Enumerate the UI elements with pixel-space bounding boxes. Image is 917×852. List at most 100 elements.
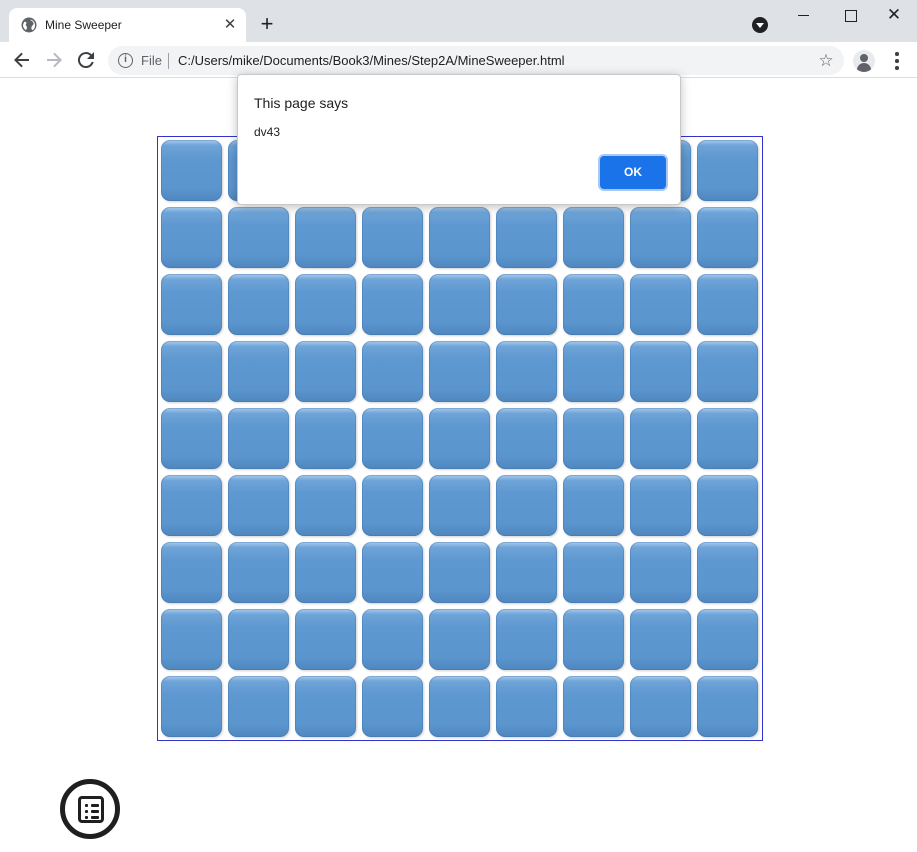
- mine-cell[interactable]: [161, 274, 222, 335]
- back-arrow-icon[interactable]: [10, 48, 34, 72]
- mine-cell[interactable]: [161, 341, 222, 402]
- mine-cell[interactable]: [697, 140, 758, 201]
- list-menu-icon[interactable]: [60, 779, 120, 839]
- forward-arrow-icon[interactable]: [42, 48, 66, 72]
- mine-cell[interactable]: [429, 475, 490, 536]
- address-bar[interactable]: i File C:/Users/mike/Documents/Book3/Min…: [108, 46, 844, 75]
- mine-cell[interactable]: [362, 475, 423, 536]
- mine-cell[interactable]: [630, 609, 691, 670]
- mine-cell[interactable]: [496, 475, 557, 536]
- mine-cell[interactable]: [630, 274, 691, 335]
- mine-cell[interactable]: [161, 140, 222, 201]
- alert-dialog: This page says dv43 OK: [237, 74, 681, 205]
- mine-cell[interactable]: [362, 341, 423, 402]
- mine-cell[interactable]: [429, 676, 490, 737]
- new-tab-button[interactable]: +: [255, 12, 279, 36]
- mine-cell[interactable]: [295, 341, 356, 402]
- mine-cell[interactable]: [161, 609, 222, 670]
- globe-icon: [21, 17, 37, 33]
- mine-cell[interactable]: [697, 475, 758, 536]
- mine-cell[interactable]: [697, 207, 758, 268]
- dialog-title: This page says: [254, 95, 349, 111]
- tab-search-dropdown-icon[interactable]: [752, 17, 768, 33]
- star-icon[interactable]: ☆: [816, 51, 836, 71]
- mine-cell[interactable]: [295, 207, 356, 268]
- mine-cell[interactable]: [496, 609, 557, 670]
- mine-cell[interactable]: [496, 676, 557, 737]
- account-icon[interactable]: [853, 50, 875, 72]
- mine-cell[interactable]: [295, 609, 356, 670]
- scheme-label: File: [141, 53, 162, 68]
- mine-cell[interactable]: [630, 542, 691, 603]
- mine-cell[interactable]: [295, 408, 356, 469]
- mine-cell[interactable]: [429, 274, 490, 335]
- mine-cell[interactable]: [362, 207, 423, 268]
- mine-cell[interactable]: [563, 542, 624, 603]
- info-icon[interactable]: i: [118, 53, 133, 68]
- mine-cell[interactable]: [228, 609, 289, 670]
- minimize-button[interactable]: [780, 0, 826, 30]
- mine-cell[interactable]: [563, 609, 624, 670]
- mine-board: [157, 136, 763, 741]
- mine-cell[interactable]: [295, 274, 356, 335]
- mine-cell[interactable]: [697, 542, 758, 603]
- mine-cell[interactable]: [161, 408, 222, 469]
- mine-cell[interactable]: [496, 341, 557, 402]
- mine-cell[interactable]: [228, 274, 289, 335]
- mine-cell[interactable]: [295, 542, 356, 603]
- mine-cell[interactable]: [563, 475, 624, 536]
- mine-cell[interactable]: [362, 676, 423, 737]
- mine-cell[interactable]: [362, 408, 423, 469]
- mine-cell[interactable]: [362, 609, 423, 670]
- mine-cell[interactable]: [228, 676, 289, 737]
- mine-cell[interactable]: [563, 274, 624, 335]
- mine-cell[interactable]: [161, 207, 222, 268]
- mine-cell[interactable]: [429, 207, 490, 268]
- ok-button[interactable]: OK: [600, 156, 666, 189]
- mine-cell[interactable]: [563, 408, 624, 469]
- mine-cell[interactable]: [496, 274, 557, 335]
- mine-cell[interactable]: [563, 207, 624, 268]
- mine-cell[interactable]: [496, 207, 557, 268]
- mine-cell[interactable]: [228, 207, 289, 268]
- omnibox-divider: [168, 53, 169, 69]
- mine-cell[interactable]: [630, 341, 691, 402]
- mine-cell[interactable]: [429, 609, 490, 670]
- mine-cell[interactable]: [630, 676, 691, 737]
- mine-cell[interactable]: [295, 475, 356, 536]
- mine-cell[interactable]: [630, 207, 691, 268]
- mine-cell[interactable]: [295, 676, 356, 737]
- mine-cell[interactable]: [630, 408, 691, 469]
- mine-cell[interactable]: [563, 676, 624, 737]
- tab-close-icon[interactable]: ✕: [221, 16, 239, 34]
- mine-cell[interactable]: [429, 341, 490, 402]
- reload-icon[interactable]: [74, 48, 98, 72]
- browser-window: Mine Sweeper ✕ + ✕ i File C:/Users/mike/…: [0, 0, 917, 852]
- mine-cell[interactable]: [496, 408, 557, 469]
- mine-cell[interactable]: [362, 542, 423, 603]
- mine-cell[interactable]: [496, 542, 557, 603]
- mine-cell[interactable]: [429, 408, 490, 469]
- maximize-button[interactable]: [826, 0, 872, 30]
- url-text[interactable]: C:/Users/mike/Documents/Book3/Mines/Step…: [178, 53, 565, 68]
- mine-cell[interactable]: [161, 542, 222, 603]
- more-menu-icon[interactable]: [887, 50, 907, 72]
- mine-cell[interactable]: [563, 341, 624, 402]
- mine-cell[interactable]: [697, 676, 758, 737]
- close-window-button[interactable]: ✕: [871, 0, 917, 30]
- tab-strip: Mine Sweeper ✕ + ✕: [0, 0, 917, 42]
- mine-cell[interactable]: [161, 676, 222, 737]
- mine-cell[interactable]: [697, 274, 758, 335]
- mine-cell[interactable]: [161, 475, 222, 536]
- mine-cell[interactable]: [630, 475, 691, 536]
- mine-cell[interactable]: [228, 542, 289, 603]
- mine-cell[interactable]: [228, 408, 289, 469]
- mine-cell[interactable]: [228, 475, 289, 536]
- mine-cell[interactable]: [697, 408, 758, 469]
- mine-cell[interactable]: [697, 609, 758, 670]
- mine-cell[interactable]: [697, 341, 758, 402]
- mine-cell[interactable]: [362, 274, 423, 335]
- mine-cell[interactable]: [429, 542, 490, 603]
- mine-cell[interactable]: [228, 341, 289, 402]
- tab-mine-sweeper[interactable]: Mine Sweeper ✕: [9, 8, 246, 42]
